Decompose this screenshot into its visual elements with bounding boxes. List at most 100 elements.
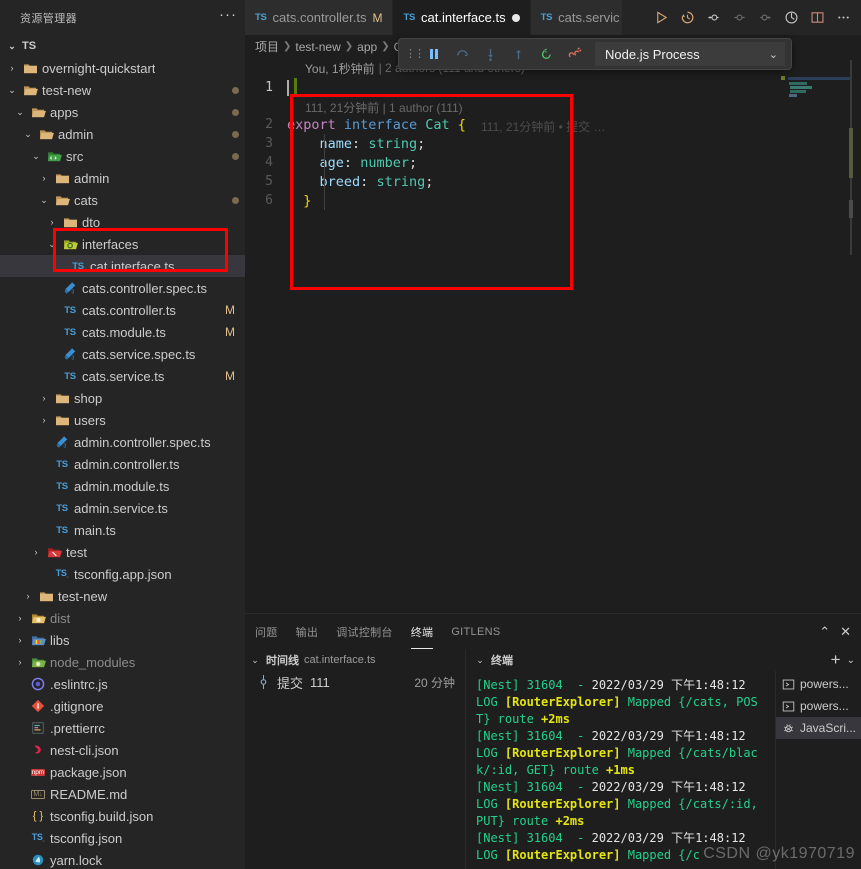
tree-item-tsconfig-build-json[interactable]: ›{ }tsconfig.build.json xyxy=(0,805,245,827)
breadcrumb-item[interactable]: 项目 xyxy=(255,38,279,55)
step-out-icon[interactable] xyxy=(505,41,531,67)
editor-tab-cats-servic[interactable]: TS cats.servic xyxy=(530,0,623,35)
tree-item-yarn-lock[interactable]: ›yarn.lock xyxy=(0,849,245,869)
tree-item-node-modules[interactable]: › node_modules xyxy=(0,651,245,673)
chevron-down-icon[interactable]: ⌄ xyxy=(46,239,58,250)
tree-item-users[interactable]: › users xyxy=(0,409,245,431)
tree-item-readme-md[interactable]: ›M↓README.md xyxy=(0,783,245,805)
terminal-list-item[interactable]: JavaScri... xyxy=(776,717,861,739)
collapse-panel-icon[interactable]: ⌃ xyxy=(819,624,830,640)
chevron-down-icon[interactable]: ⌄ xyxy=(30,151,42,162)
disconnect-icon[interactable] xyxy=(561,41,587,67)
tree-item-cats-module-ts[interactable]: ›TScats.module.tsM xyxy=(0,321,245,343)
explorer-more-icon[interactable]: ··· xyxy=(219,7,237,26)
terminal-output[interactable]: [Nest] 31604 - 2022/03/29 下午1:48:12 LOG … xyxy=(466,671,775,869)
tree-item-admin[interactable]: › admin xyxy=(0,167,245,189)
split-editor-icon[interactable] xyxy=(805,6,829,30)
tree-item-interfaces[interactable]: ⌄ interfaces xyxy=(0,233,245,255)
tree-item-admin-service-ts[interactable]: ›TSadmin.service.ts xyxy=(0,497,245,519)
panel-tab-调试控制台[interactable]: 调试控制台 xyxy=(336,614,393,649)
diff-next-icon[interactable] xyxy=(753,6,777,30)
terminal-header[interactable]: ⌄ 终端 + ⌄ xyxy=(466,649,861,671)
step-over-icon[interactable] xyxy=(449,41,475,67)
tree-item-test[interactable]: › test xyxy=(0,541,245,563)
code-line[interactable]: 4 age: number; xyxy=(245,153,861,172)
code-lens[interactable]: 111, 21分钟前 | 1 author (111) xyxy=(305,99,463,117)
tree-item--prettierrc[interactable]: ›.prettierrc xyxy=(0,717,245,739)
tab-dirty-indicator[interactable] xyxy=(511,13,520,22)
chevron-right-icon[interactable]: › xyxy=(30,547,42,557)
diff-cur-icon[interactable] xyxy=(727,6,751,30)
tree-item-shop[interactable]: › shop xyxy=(0,387,245,409)
tree-item-tsconfig-app-json[interactable]: ›TS◦tsconfig.app.json xyxy=(0,563,245,585)
restart-icon[interactable] xyxy=(533,41,559,67)
debug-toolbar[interactable]: ⋮⋮ Node.js Process ⌄ xyxy=(398,38,792,70)
step-into-icon[interactable] xyxy=(477,41,503,67)
tree-item-overnight-quickstart[interactable]: › overnight-quickstart xyxy=(0,57,245,79)
tree-item-cats-service-spec-ts[interactable]: ›3cats.service.spec.ts xyxy=(0,343,245,365)
tree-item-package-json[interactable]: ›npmpackage.json xyxy=(0,761,245,783)
terminal-list-item[interactable]: powers... xyxy=(776,673,861,695)
code-line[interactable]: 3 name: string; xyxy=(245,134,861,153)
terminal-list-item[interactable]: powers... xyxy=(776,695,861,717)
tree-item-test-new[interactable]: ⌄ test-new xyxy=(0,79,245,101)
tree-item-dto[interactable]: › dto xyxy=(0,211,245,233)
tree-item-dist[interactable]: › dist xyxy=(0,607,245,629)
breadcrumb-item[interactable]: app xyxy=(357,40,377,54)
tree-item-admin-controller-ts[interactable]: ›TSadmin.controller.ts xyxy=(0,453,245,475)
panel-tab-问题[interactable]: 问题 xyxy=(255,614,278,649)
pause-icon[interactable] xyxy=(421,41,447,67)
history-icon[interactable] xyxy=(675,6,699,30)
code-line[interactable]: 6 } xyxy=(245,191,861,210)
tree-item-nest-cli-json[interactable]: ›nest-cli.json xyxy=(0,739,245,761)
tree-item-admin-module-ts[interactable]: ›TSadmin.module.ts xyxy=(0,475,245,497)
chevron-right-icon[interactable]: › xyxy=(38,415,50,425)
run-icon[interactable] xyxy=(649,6,673,30)
chevron-right-icon[interactable]: › xyxy=(38,393,50,403)
editor-minimap[interactable] xyxy=(781,60,853,615)
tree-item-tsconfig-json[interactable]: ›TS◦tsconfig.json xyxy=(0,827,245,849)
tree-item-apps[interactable]: ⌄ apps xyxy=(0,101,245,123)
chevron-right-icon[interactable]: › xyxy=(22,591,34,601)
chevron-right-icon[interactable]: › xyxy=(14,613,26,623)
timeline-row[interactable]: 提交 111 20 分钟 xyxy=(245,671,465,693)
tree-item-src[interactable]: ⌄ src xyxy=(0,145,245,167)
tree-item--gitignore[interactable]: ›.gitignore xyxy=(0,695,245,717)
chevron-down-icon[interactable]: ⌄ xyxy=(6,85,18,96)
panel-tab-终端[interactable]: 终端 xyxy=(410,614,434,649)
panel-tab-输出[interactable]: 输出 xyxy=(296,614,319,649)
tree-item-cat-interface-ts[interactable]: ›TScat.interface.ts xyxy=(0,255,245,277)
close-panel-icon[interactable]: ✕ xyxy=(840,624,851,640)
editor-tab-cats-controller-ts[interactable]: TS cats.controller.ts M xyxy=(245,0,394,35)
panel-tab-GITLENS[interactable]: GITLENS xyxy=(451,614,500,649)
tree-item-admin-controller-spec-ts[interactable]: ›3admin.controller.spec.ts xyxy=(0,431,245,453)
chevron-right-icon[interactable]: › xyxy=(46,217,58,227)
chevron-down-icon[interactable]: ⌄ xyxy=(38,195,50,206)
tree-item-main-ts[interactable]: ›TSmain.ts xyxy=(0,519,245,541)
chevron-right-icon[interactable]: › xyxy=(14,635,26,645)
tree-item--eslintrc-js[interactable]: ›.eslintrc.js xyxy=(0,673,245,695)
tree-item-cats-controller-ts[interactable]: ›TScats.controller.tsM xyxy=(0,299,245,321)
more-actions-icon[interactable] xyxy=(831,6,855,30)
tree-item-libs[interactable]: › libs xyxy=(0,629,245,651)
code-line[interactable]: 1 xyxy=(245,78,861,97)
diff-prev-icon[interactable] xyxy=(701,6,725,30)
explorer-section-ts[interactable]: ⌄ TS xyxy=(0,35,245,57)
drag-handle-icon[interactable]: ⋮⋮ xyxy=(405,49,425,60)
debug-session-select[interactable]: Node.js Process ⌄ xyxy=(595,42,785,66)
tree-item-cats-controller-spec-ts[interactable]: ›3cats.controller.spec.ts xyxy=(0,277,245,299)
editor-tab-cat-interface-ts[interactable]: TS cat.interface.ts xyxy=(393,0,531,35)
blame-icon[interactable] xyxy=(779,6,803,30)
timeline-header[interactable]: ⌄ 时间线 cat.interface.ts xyxy=(245,649,465,671)
chevron-down-icon[interactable]: ⌄ xyxy=(22,129,34,140)
code-line[interactable]: 5 breed: string; xyxy=(245,172,861,191)
terminal-profile-chevron-icon[interactable]: ⌄ xyxy=(847,655,855,666)
breadcrumb-item[interactable]: test-new xyxy=(295,40,340,54)
chevron-right-icon[interactable]: › xyxy=(14,657,26,667)
tree-item-cats-service-ts[interactable]: ›TScats.service.tsM xyxy=(0,365,245,387)
tree-item-cats[interactable]: ⌄ cats xyxy=(0,189,245,211)
tree-item-admin[interactable]: ⌄ admin xyxy=(0,123,245,145)
chevron-right-icon[interactable]: › xyxy=(6,63,18,73)
chevron-right-icon[interactable]: › xyxy=(38,173,50,183)
new-terminal-icon[interactable]: + xyxy=(831,651,841,668)
